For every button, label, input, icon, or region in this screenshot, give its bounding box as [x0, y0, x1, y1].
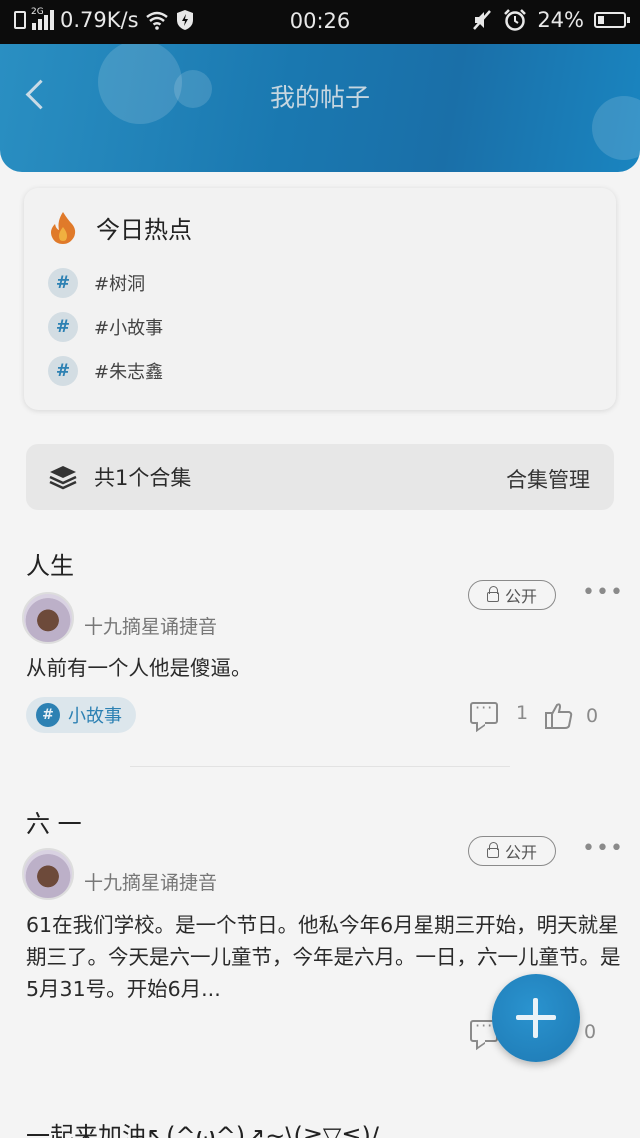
avatar[interactable]: [22, 848, 74, 900]
hashtag-icon: #: [48, 268, 78, 298]
status-right: 24%: [471, 8, 630, 32]
comment-icon: [470, 698, 498, 724]
post-title: 一起来加油↖(^ω^)↗~\(≧▽≦)/: [26, 1122, 379, 1138]
visibility-badge[interactable]: 公开: [468, 836, 556, 866]
collection-summary: 共1个合集: [94, 466, 192, 490]
collection-bar: 共1个合集 合集管理: [26, 444, 614, 510]
hashtag-icon: #: [48, 312, 78, 342]
hot-topic-label: #朱志鑫: [94, 362, 164, 383]
page-title: 我的帖子: [269, 83, 370, 112]
post-divider: [130, 766, 510, 767]
fire-icon: [51, 211, 76, 244]
post-title: 人生: [26, 552, 74, 580]
hot-topic-item[interactable]: # #小故事: [48, 312, 163, 342]
hashtag-icon: #: [48, 356, 78, 386]
collection-summary-row: 共1个合集: [48, 462, 191, 492]
post-title: 六 一: [26, 810, 82, 838]
collection-manage-button[interactable]: 合集管理: [506, 464, 590, 494]
post-topic-tag[interactable]: # 小故事: [26, 697, 136, 733]
hot-topics-title: 今日热点: [96, 216, 192, 244]
comment-count-button[interactable]: 1: [470, 698, 529, 724]
more-options-button[interactable]: •••: [582, 836, 624, 861]
author-name[interactable]: 十九摘星诵捷音: [84, 612, 217, 639]
like-count: 0: [584, 1021, 597, 1043]
hashtag-icon: #: [36, 703, 60, 727]
more-options-button[interactable]: •••: [582, 580, 624, 605]
thumbs-up-icon: [545, 703, 573, 729]
add-post-button[interactable]: [492, 974, 580, 1062]
visibility-badge[interactable]: 公开: [468, 580, 556, 610]
lock-icon: [486, 842, 499, 858]
comment-count: 1: [516, 702, 529, 724]
lock-icon: [486, 586, 499, 602]
hot-topic-label: #小故事: [94, 318, 164, 339]
header: 我的帖子: [0, 44, 640, 172]
like-button[interactable]: 0: [584, 1021, 596, 1043]
battery-percent: 24%: [537, 8, 584, 32]
hot-topic-item[interactable]: # #树洞: [48, 268, 145, 298]
alarm-icon: [504, 9, 527, 31]
visibility-label: 公开: [504, 587, 537, 606]
avatar[interactable]: [22, 592, 74, 644]
mute-icon: [473, 10, 492, 30]
like-count: 0: [586, 705, 599, 727]
hot-topic-item[interactable]: # #朱志鑫: [48, 356, 163, 386]
hot-topics-header: 今日热点: [48, 210, 192, 245]
battery-level: [598, 16, 604, 24]
topic-tag-label: 小故事: [68, 706, 122, 727]
battery-icon: [594, 12, 630, 28]
like-button[interactable]: 0: [544, 702, 598, 730]
hot-topic-label: #树洞: [94, 274, 146, 295]
post-body: 从前有一个人他是傻逼。: [26, 656, 252, 680]
visibility-label: 公开: [504, 843, 537, 862]
layers-icon: [49, 466, 77, 490]
hot-topics-card: 今日热点 # #树洞 # #小故事 # #朱志鑫: [24, 188, 616, 410]
author-name[interactable]: 十九摘星诵捷音: [84, 868, 217, 895]
status-bar: 2G 0.79K/s 00:26 24%: [0, 0, 640, 44]
